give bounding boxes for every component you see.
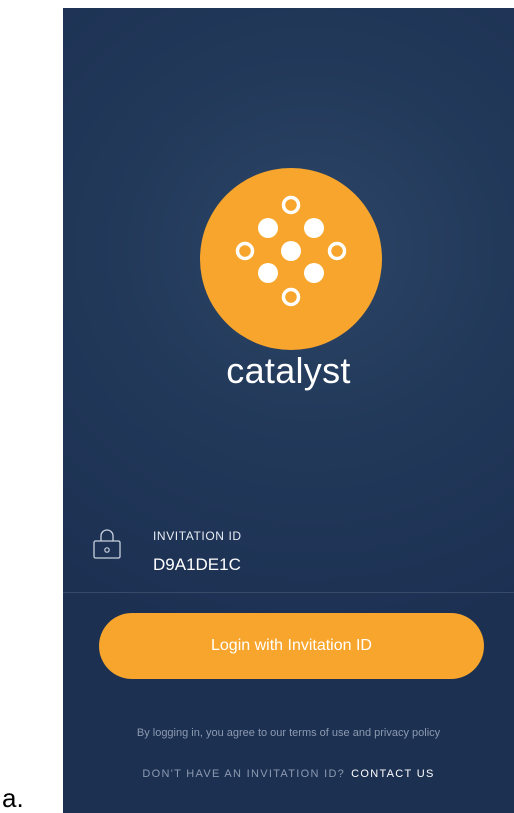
no-invitation-question: DON'T HAVE AN INVITATION ID? <box>142 768 346 780</box>
invitation-id-input[interactable] <box>153 555 453 575</box>
logo-dots-graphic <box>235 195 347 307</box>
login-screen: catalyst INVITATION ID Login with Invita… <box>63 8 514 813</box>
contact-us-link[interactable]: CONTACT US <box>351 768 435 780</box>
figure-label: a. <box>2 783 24 813</box>
lock-icon <box>93 529 121 559</box>
field-divider <box>63 592 514 593</box>
brand-name: catalyst <box>226 350 351 391</box>
catalyst-logo-icon <box>200 168 382 350</box>
terms-notice: By logging in, you agree to our terms of… <box>136 727 441 739</box>
signup-prompt: DON'T HAVE AN INVITATION ID? CONTACT US <box>63 768 514 780</box>
login-button[interactable]: Login with Invitation ID <box>99 613 484 679</box>
invitation-id-label: INVITATION ID <box>153 529 242 543</box>
